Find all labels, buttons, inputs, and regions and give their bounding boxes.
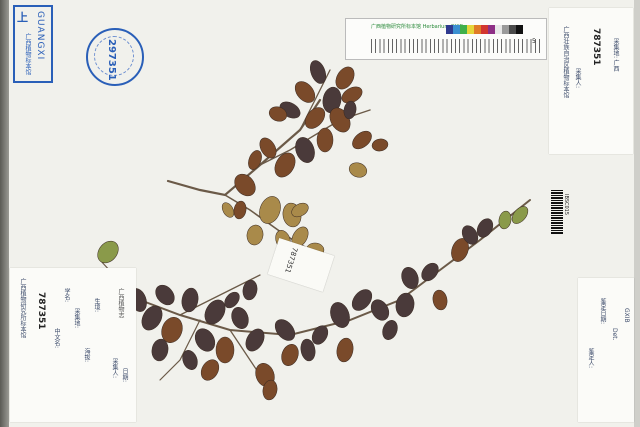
- leaf: [371, 138, 389, 152]
- leaf: [215, 336, 235, 364]
- leaf: [97, 240, 119, 264]
- right-label-line-3: 采集人:: [574, 68, 581, 89]
- leaf: [246, 224, 264, 246]
- color-chip: [460, 25, 467, 34]
- right-label-number: 787351: [591, 28, 601, 66]
- left-label-line-6: 生境:: [93, 298, 100, 313]
- leaf: [233, 200, 247, 220]
- color-chip: [446, 25, 453, 34]
- specimen-barcode: [551, 190, 563, 234]
- right-label-line-1: 广西壮族自治区植物标本馆: [562, 26, 569, 98]
- color-chip: [509, 25, 516, 34]
- left-label-line-8: 日期:: [121, 368, 128, 383]
- stamp-number: 297351: [106, 39, 117, 81]
- leaf: [316, 127, 334, 153]
- leaf: [155, 284, 175, 306]
- color-chip: [474, 25, 481, 34]
- leaf: [395, 292, 415, 318]
- leaf: [248, 150, 262, 170]
- stamp-glyph: 上: [17, 11, 28, 24]
- br-label-line-2: 鉴定日期:: [599, 298, 606, 325]
- left-label-number: 787351: [36, 292, 46, 330]
- leaf: [242, 279, 258, 301]
- color-chip: [495, 25, 502, 34]
- leaf: [234, 173, 256, 197]
- br-label-line-3: Det.: [611, 328, 618, 341]
- leaf: [348, 162, 368, 178]
- right-label-line-2: 采集地: 广西: [612, 38, 619, 72]
- stamp-vertical-text: GUANGXI: [35, 11, 45, 61]
- leaf: [370, 299, 390, 321]
- guangxi-stamp: 上 GUANGXI 广西植物标本馆: [13, 5, 53, 83]
- bottom-right-label: 鉴定人: 鉴定日期: Det. GXIB: [578, 278, 634, 422]
- leaf: [281, 344, 299, 366]
- ruler-scale: [371, 39, 541, 53]
- leaf: [231, 307, 249, 329]
- barcode-number: IBSC015: [563, 194, 569, 216]
- leaf: [181, 287, 199, 313]
- br-label-line-4: GXIB: [623, 308, 630, 323]
- color-chip: [467, 25, 474, 34]
- color-chip: [502, 25, 509, 34]
- color-chips: [446, 25, 523, 34]
- ruler-end-number: 5: [532, 38, 536, 45]
- color-scale-bar: 广西植物研究所标本馆 Herbarium GXIB 5: [345, 18, 547, 60]
- left-label-line-2: 中文名:: [53, 328, 60, 349]
- left-label-line-4: 采集地:: [73, 308, 80, 329]
- br-label-line-1: 鉴定人:: [587, 348, 594, 369]
- leaf: [309, 60, 327, 84]
- field-tag-text: 787351: [283, 246, 299, 274]
- color-chip: [453, 25, 460, 34]
- leaf: [200, 359, 220, 381]
- left-label-line-7: 采集人:: [111, 358, 118, 379]
- left-label-line-3: 学名:: [63, 288, 70, 303]
- left-label-line-5: 海拔:: [83, 348, 90, 363]
- color-chip: [481, 25, 488, 34]
- color-chip: [488, 25, 495, 34]
- stamp-chinese-text: 广西植物标本馆: [24, 33, 31, 75]
- leaf: [259, 196, 281, 224]
- leaf: [498, 210, 512, 230]
- leaf: [352, 130, 372, 150]
- leaf: [382, 320, 398, 340]
- color-chip: [516, 25, 523, 34]
- round-accession-stamp: 297351: [86, 28, 144, 86]
- leaf: [336, 337, 354, 363]
- leaf: [432, 289, 448, 311]
- leaf: [182, 350, 198, 370]
- leaf: [274, 319, 296, 341]
- right-top-label: 787351 广西壮族自治区植物标本馆 采集地: 广西 采集人:: [549, 8, 633, 154]
- leaf: [245, 328, 265, 352]
- leaf: [295, 137, 315, 163]
- herbarium-sheet: 上 GUANGXI 广西植物标本馆 297351 广西植物研究所标本馆 Herb…: [0, 0, 640, 427]
- left-label-line-1: 广西植物研究所标本馆: [19, 278, 26, 338]
- left-note-text: 广西植物志: [117, 288, 124, 318]
